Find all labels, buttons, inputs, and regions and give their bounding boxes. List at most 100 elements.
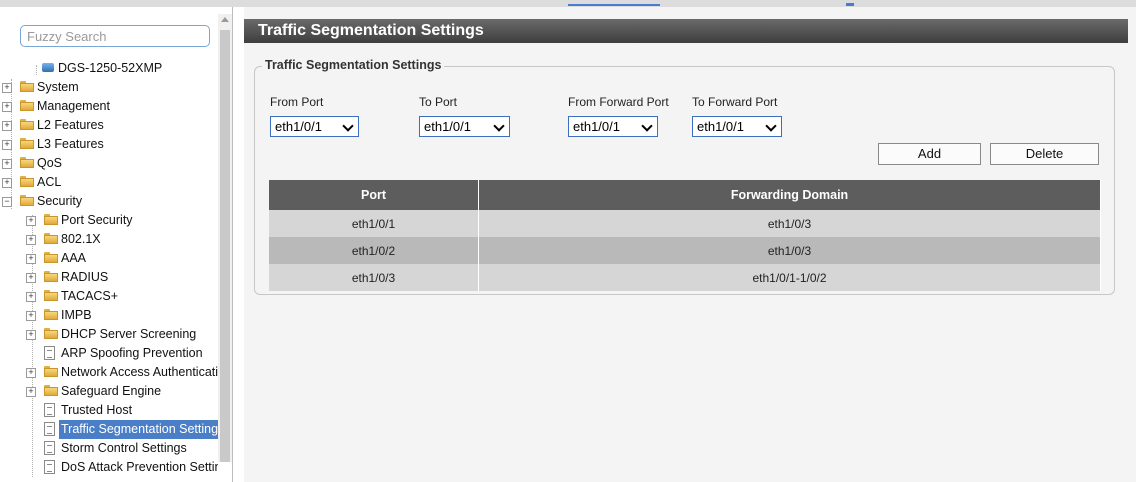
tree-item-label: Network Access Authentication xyxy=(61,365,218,379)
folder-icon xyxy=(20,138,34,149)
page-icon xyxy=(44,422,55,436)
folder-icon xyxy=(20,81,34,92)
expand-icon[interactable]: + xyxy=(26,292,36,302)
forwarding-table: Port Forwarding Domain eth1/0/1 eth1/0/3… xyxy=(269,180,1101,291)
tree-item-label: DHCP Server Screening xyxy=(61,327,197,341)
tree-item-label: AAA xyxy=(61,251,87,265)
folder-icon xyxy=(20,119,34,130)
port-cell: eth1/0/3 xyxy=(269,264,479,291)
page-icon xyxy=(44,460,55,474)
tree-item-dos-attack-prevention-settings[interactable]: DoS Attack Prevention Settings xyxy=(44,458,218,477)
folder-icon xyxy=(44,385,58,396)
page-icon xyxy=(44,346,55,360)
select-value: eth1/0/1 xyxy=(697,119,744,134)
column-header-port: Port xyxy=(269,180,479,210)
expand-icon[interactable]: + xyxy=(26,330,36,340)
expand-icon[interactable]: + xyxy=(26,387,36,397)
top-strip-marker xyxy=(568,4,660,6)
forwarding-domain-cell: eth1/0/1-1/0/2 xyxy=(478,264,1101,291)
chevron-down-icon xyxy=(342,120,354,132)
select-value: eth1/0/1 xyxy=(573,119,620,134)
tree-item-label: ACL xyxy=(37,175,62,189)
expand-icon[interactable]: + xyxy=(26,216,36,226)
tree-scrollbar[interactable] xyxy=(218,14,232,462)
folder-icon xyxy=(44,271,58,282)
from-port-select[interactable]: eth1/0/1 xyxy=(270,116,359,137)
tree-item-label: RADIUS xyxy=(61,270,109,284)
tree-item-label: DoS Attack Prevention Settings xyxy=(61,460,218,474)
traffic-segmentation-fieldset: Traffic Segmentation Settings From Port … xyxy=(254,58,1115,295)
delete-button[interactable]: Delete xyxy=(990,143,1099,165)
tree-item-label: 802.1X xyxy=(61,232,101,246)
table-row: eth1/0/2 eth1/0/3 xyxy=(269,237,1101,264)
tree-item-traffic-segmentation-settings[interactable]: Traffic Segmentation Settings xyxy=(44,420,218,439)
tree-item-label: Management xyxy=(37,99,110,113)
to-forward-port-label: To Forward Port xyxy=(692,95,778,109)
scroll-up-arrow-icon[interactable] xyxy=(221,17,229,22)
tree-item-label: DGS-1250-52XMP xyxy=(58,61,163,75)
select-value: eth1/0/1 xyxy=(275,119,322,134)
fieldset-legend: Traffic Segmentation Settings xyxy=(262,58,445,72)
chevron-down-icon xyxy=(765,120,777,132)
to-forward-port-select[interactable]: eth1/0/1 xyxy=(692,116,782,137)
tree-item-label: L2 Features xyxy=(37,118,104,132)
tree-item-label: IMPB xyxy=(61,308,92,322)
column-header-forwarding-domain: Forwarding Domain xyxy=(478,180,1101,210)
to-port-label: To Port xyxy=(419,95,458,109)
table-row: eth1/0/1 eth1/0/3 xyxy=(269,210,1101,237)
chevron-down-icon xyxy=(493,120,505,132)
expand-icon[interactable]: + xyxy=(26,254,36,264)
open-folder-icon xyxy=(20,195,34,206)
expand-icon[interactable]: + xyxy=(2,140,12,150)
expand-icon[interactable]: + xyxy=(2,102,12,112)
folder-icon xyxy=(20,176,34,187)
collapse-icon[interactable]: − xyxy=(2,197,12,207)
folder-icon xyxy=(44,214,58,225)
folder-icon xyxy=(20,100,34,111)
tree-item-label: L3 Features xyxy=(37,137,104,151)
tree-item-label: Safeguard Engine xyxy=(61,384,162,398)
folder-icon xyxy=(44,252,58,263)
tree-item-label: Storm Control Settings xyxy=(61,441,187,455)
tree-item-arp-spoofing-prevention[interactable]: ARP Spoofing Prevention xyxy=(44,344,218,363)
folder-icon xyxy=(44,233,58,244)
expand-icon[interactable]: + xyxy=(2,83,12,93)
top-strip-marker xyxy=(846,3,854,6)
tree-item-label: TACACS+ xyxy=(61,289,119,303)
expand-icon[interactable]: + xyxy=(26,368,36,378)
tree-item-label: Trusted Host xyxy=(61,403,133,417)
navigation-panel: Fuzzy Search DGS-1250-52XMP + System + M… xyxy=(0,7,233,482)
expand-icon[interactable]: + xyxy=(2,121,12,131)
folder-icon xyxy=(20,157,34,168)
expand-icon[interactable]: + xyxy=(26,311,36,321)
tree-item-network-access-authentication[interactable]: + Network Access Authentication xyxy=(24,363,218,382)
expand-icon[interactable]: + xyxy=(26,235,36,245)
switch-icon xyxy=(42,63,54,72)
tree-item-label: QoS xyxy=(37,156,63,170)
table-header-row: Port Forwarding Domain xyxy=(269,180,1101,210)
from-forward-port-select[interactable]: eth1/0/1 xyxy=(568,116,658,137)
expand-icon[interactable]: + xyxy=(2,178,12,188)
port-cell: eth1/0/1 xyxy=(269,210,479,237)
top-strip xyxy=(0,0,1136,7)
tree-item-label: Traffic Segmentation Settings xyxy=(59,420,218,439)
tree-item-label: Port Security xyxy=(61,213,133,227)
chevron-down-icon xyxy=(641,120,653,132)
tree-item-label: System xyxy=(37,80,79,94)
from-port-label: From Port xyxy=(270,95,324,109)
search-input[interactable]: Fuzzy Search xyxy=(20,25,210,47)
scrollbar-thumb[interactable] xyxy=(220,30,230,462)
expand-icon[interactable]: + xyxy=(2,159,12,169)
expand-icon[interactable]: + xyxy=(26,273,36,283)
forwarding-domain-cell: eth1/0/3 xyxy=(478,210,1101,237)
add-button[interactable]: Add xyxy=(878,143,981,165)
to-port-select[interactable]: eth1/0/1 xyxy=(419,116,510,137)
tree-item-dhcp-server-screening[interactable]: + DHCP Server Screening xyxy=(24,325,218,344)
folder-icon xyxy=(44,290,58,301)
page-icon xyxy=(44,441,55,455)
page-title: Traffic Segmentation Settings xyxy=(244,19,1128,43)
folder-icon xyxy=(44,366,58,377)
folder-icon xyxy=(44,328,58,339)
port-cell: eth1/0/2 xyxy=(269,237,479,264)
from-forward-port-label: From Forward Port xyxy=(568,95,669,109)
